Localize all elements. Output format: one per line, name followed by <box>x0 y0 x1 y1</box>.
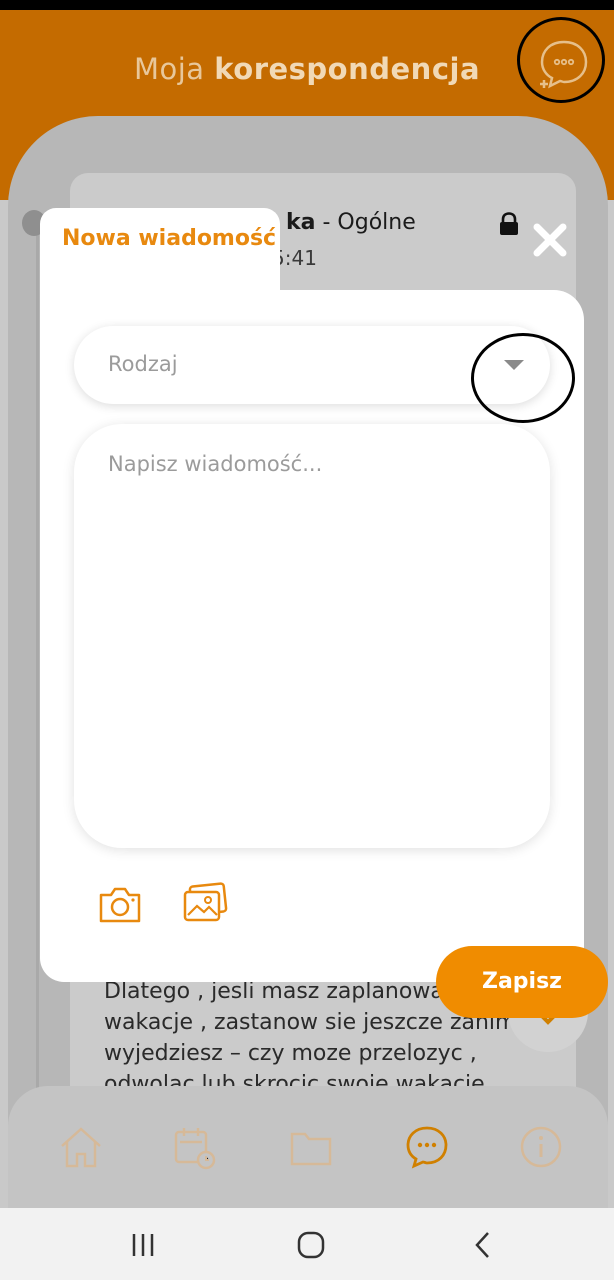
info-icon[interactable] <box>518 1124 564 1170</box>
message-input-placeholder: Napisz wiadomość... <box>108 452 323 476</box>
annotation-circle <box>517 17 605 103</box>
page-title-bold: korespondencja <box>214 52 481 86</box>
calendar-clock-icon[interactable] <box>172 1124 218 1170</box>
back-icon[interactable] <box>468 1230 498 1260</box>
timeline-line <box>36 228 39 1108</box>
modal-title: Nowa wiadomość <box>62 226 277 251</box>
modal-tab <box>40 208 280 294</box>
type-select-placeholder: Rodzaj <box>108 352 178 376</box>
save-button[interactable]: Zapisz <box>436 946 608 1018</box>
annotation-circle <box>471 333 575 423</box>
home-icon[interactable] <box>58 1124 104 1170</box>
page-title-prefix: Moja <box>133 52 205 86</box>
message-category: - Ogólne <box>315 210 416 235</box>
chat-icon[interactable] <box>404 1124 450 1170</box>
folder-icon[interactable] <box>288 1124 334 1170</box>
message-title: ka - Ogólne <box>286 210 416 235</box>
camera-icon[interactable] <box>98 884 142 924</box>
message-title-bold: ka <box>286 210 316 235</box>
home-button-icon[interactable] <box>296 1230 326 1260</box>
close-icon[interactable] <box>530 220 570 260</box>
lock-icon <box>500 212 518 235</box>
recent-apps-icon[interactable] <box>128 1230 158 1260</box>
gallery-icon[interactable] <box>182 882 228 924</box>
message-input[interactable] <box>74 424 550 848</box>
app-screen: Moja korespondencja ka - Ogólne 5:41 Dla… <box>0 0 614 1280</box>
